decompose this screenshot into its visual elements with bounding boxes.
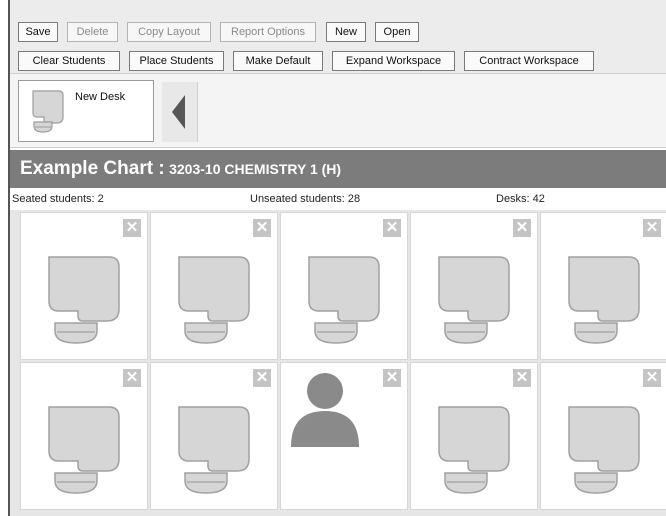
close-icon[interactable]: ✕ [513, 369, 531, 387]
unseated-count: Unseated students: 28 [250, 193, 361, 205]
report-options-button[interactable]: Report Options [220, 22, 316, 42]
new-button[interactable]: New [326, 22, 366, 42]
seat-cell[interactable]: ✕ [20, 362, 148, 510]
close-icon[interactable]: ✕ [253, 219, 271, 237]
desk-icon [32, 90, 64, 133]
chart-title: Example Chart : [20, 158, 165, 179]
seating-chart-app: Save Delete Copy Layout Report Options N… [8, 0, 666, 516]
toolbar: Save Delete Copy Layout Report Options N… [10, 0, 666, 74]
desk-palette: New Desk [10, 74, 666, 148]
save-button[interactable]: Save [18, 22, 58, 42]
close-icon[interactable]: ✕ [643, 369, 661, 387]
course-name: 3203-10 CHEMISTRY 1 (H) [169, 161, 342, 177]
new-desk-tile[interactable]: New Desk [18, 80, 154, 142]
collapse-left-icon [172, 95, 185, 129]
close-icon[interactable]: ✕ [383, 369, 401, 387]
seating-grid: ✕ ✕ ✕ ✕ ✕ ✕ ✕ ✕ ✕ ✕ [10, 210, 666, 516]
contract-workspace-button[interactable]: Contract Workspace [464, 51, 594, 71]
desk-icon [48, 256, 120, 344]
seat-cell[interactable]: ✕ [410, 362, 538, 510]
desk-icon [178, 256, 250, 344]
chart-title-bar: Example Chart : 3203-10 CHEMISTRY 1 (H) [10, 150, 666, 188]
seat-cell[interactable]: ✕ [280, 362, 408, 510]
seat-cell[interactable]: ✕ [410, 212, 538, 360]
close-icon[interactable]: ✕ [643, 219, 661, 237]
desk-icon [438, 256, 510, 344]
person-icon [291, 373, 359, 447]
desk-icon [568, 256, 640, 344]
close-icon[interactable]: ✕ [513, 219, 531, 237]
seated-count: Seated students: 2 [12, 193, 104, 205]
seat-cell[interactable]: ✕ [150, 362, 278, 510]
seat-cell[interactable]: ✕ [150, 212, 278, 360]
desk-icon [178, 406, 250, 494]
desk-count: Desks: 42 [496, 193, 545, 205]
expand-workspace-button[interactable]: Expand Workspace [332, 51, 455, 71]
seat-cell[interactable]: ✕ [540, 362, 666, 510]
seat-cell[interactable]: ✕ [540, 212, 666, 360]
chart-stats: Seated students: 2 Unseated students: 28… [10, 190, 666, 208]
close-icon[interactable]: ✕ [253, 369, 271, 387]
copy-layout-button[interactable]: Copy Layout [127, 22, 211, 42]
desk-icon [568, 406, 640, 494]
delete-button[interactable]: Delete [67, 22, 118, 42]
collapse-palette-button[interactable] [162, 82, 198, 142]
desk-icon [308, 256, 380, 344]
make-default-button[interactable]: Make Default [233, 51, 323, 71]
clear-students-button[interactable]: Clear Students [18, 51, 120, 71]
seat-cell[interactable]: ✕ [280, 212, 408, 360]
close-icon[interactable]: ✕ [123, 369, 141, 387]
close-icon[interactable]: ✕ [123, 219, 141, 237]
desk-icon [438, 406, 510, 494]
new-desk-label: New Desk [75, 91, 126, 103]
desk-icon [48, 406, 120, 494]
place-students-button[interactable]: Place Students [129, 51, 224, 71]
close-icon[interactable]: ✕ [383, 219, 401, 237]
seat-cell[interactable]: ✕ [20, 212, 148, 360]
open-button[interactable]: Open [375, 22, 419, 42]
